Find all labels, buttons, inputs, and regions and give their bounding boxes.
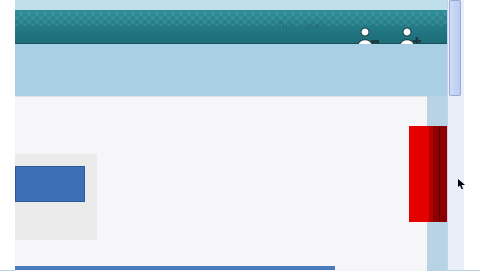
header-bar: Tur... user bbox=[15, 10, 447, 44]
mouse-pointer-icon bbox=[458, 174, 466, 189]
bottom-bar bbox=[15, 266, 335, 270]
right-edge bbox=[464, 0, 480, 270]
left-edge bbox=[0, 0, 15, 270]
header-label: Tur... user bbox=[277, 21, 326, 32]
top-strip bbox=[15, 0, 447, 10]
action-button[interactable] bbox=[15, 166, 85, 202]
scrollbar-thumb[interactable] bbox=[449, 0, 461, 96]
subheader-band bbox=[15, 44, 447, 96]
